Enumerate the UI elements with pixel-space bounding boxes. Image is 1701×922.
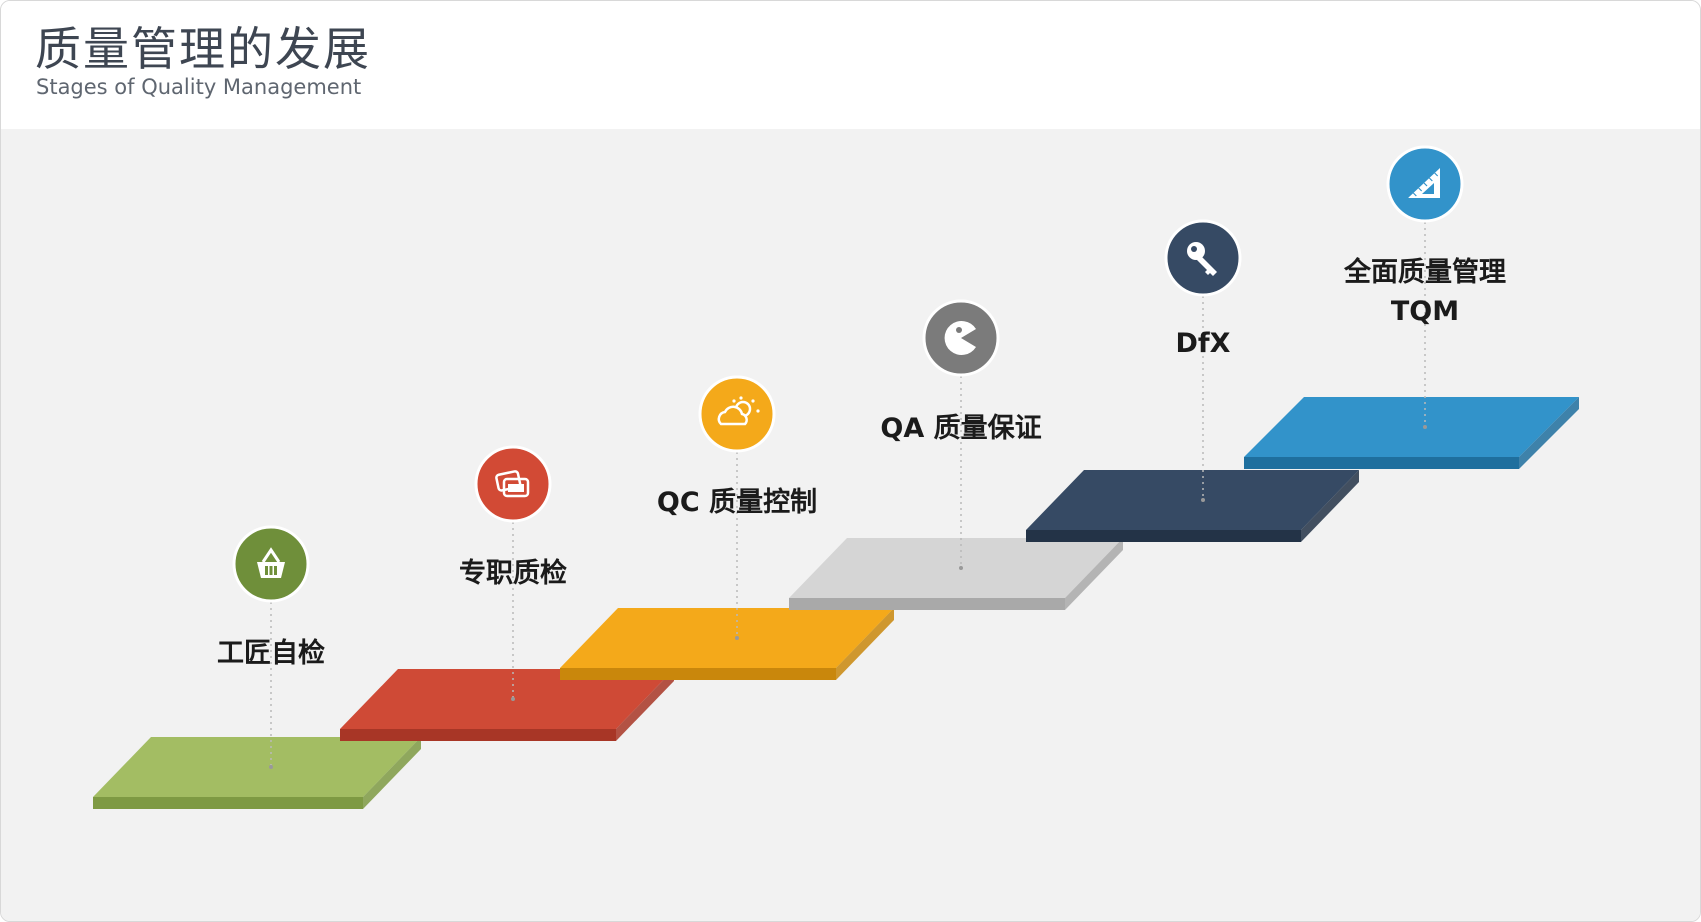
basket-icon xyxy=(232,525,310,603)
plate-top-face xyxy=(560,608,894,668)
plate-front-face xyxy=(93,797,363,809)
connector-dot xyxy=(511,697,515,701)
plate-front-face xyxy=(789,598,1065,610)
stage-plate xyxy=(1244,397,1579,469)
stage-label: QC 质量控制 xyxy=(657,487,817,518)
cards-icon xyxy=(474,445,552,523)
stage-plate xyxy=(1026,470,1359,542)
connector-dot xyxy=(959,566,963,570)
key-icon xyxy=(1164,219,1242,297)
stage-label: 全面质量管理 xyxy=(1343,256,1506,288)
plates-group xyxy=(93,397,1579,809)
pacman-icon xyxy=(922,299,1000,377)
stage-label: DfX xyxy=(1176,328,1231,359)
connector-dot xyxy=(1423,425,1427,429)
stage-label: 工匠自检 xyxy=(217,637,325,669)
slide: 质量管理的发展 Stages of Quality Management 工匠自… xyxy=(0,0,1701,922)
plate-top-face xyxy=(1026,470,1359,530)
stage-plate xyxy=(93,737,421,809)
cloud-sun-icon xyxy=(698,375,776,453)
plate-front-face xyxy=(1026,530,1301,542)
stage-plate xyxy=(789,538,1123,610)
plate-front-face xyxy=(340,729,616,741)
connector-dot xyxy=(735,636,739,640)
triangle-ruler-icon xyxy=(1386,145,1464,223)
stage-label: QA 质量保证 xyxy=(880,413,1041,444)
stage-label: TQM xyxy=(1391,296,1459,327)
plate-front-face xyxy=(1244,457,1519,469)
connector-dot xyxy=(1201,498,1205,502)
connector-dot xyxy=(269,765,273,769)
stage-plate xyxy=(560,608,894,680)
stage-label: 专职质检 xyxy=(459,557,567,589)
plate-front-face xyxy=(560,668,836,680)
stages-diagram: 工匠自检 专职质检 QC 质量控制 QA 质量保证 DfX 全面质量管理 TQM xyxy=(93,145,1579,809)
plate-top-face xyxy=(789,538,1123,598)
